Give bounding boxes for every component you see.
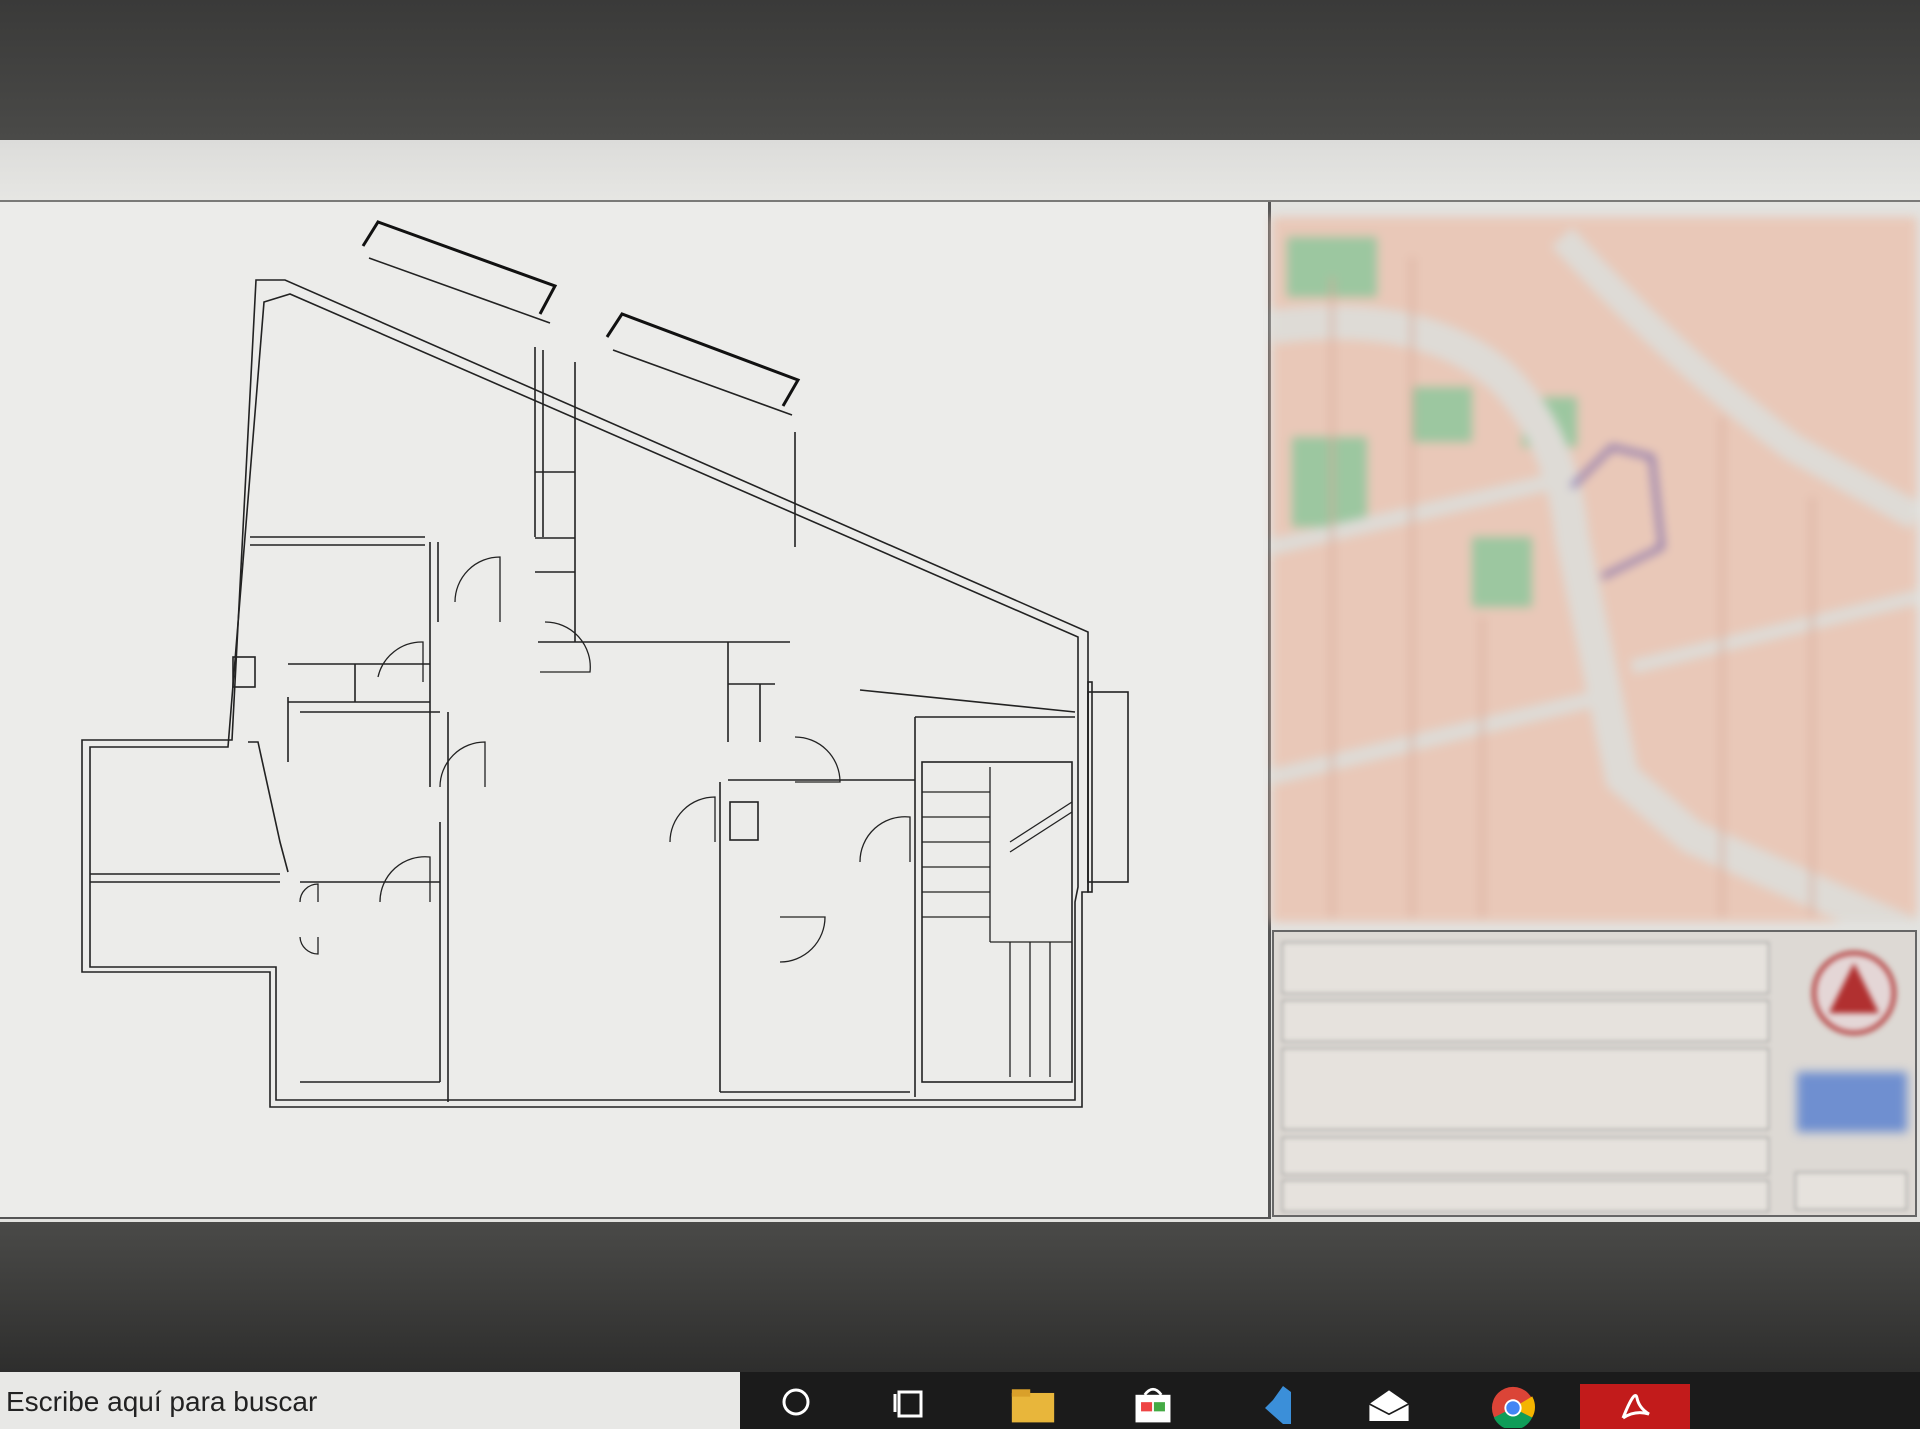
location-map — [1272, 217, 1917, 922]
taskbar: Escribe aquí para buscar — [0, 1372, 1920, 1429]
monitor-bezel-top — [0, 0, 1920, 140]
cartouche-address — [1282, 1000, 1769, 1042]
cartouche-sheet-number — [1795, 1172, 1907, 1210]
balcony-2 — [605, 312, 801, 407]
municipal-seal-logo — [1812, 951, 1896, 1035]
file-explorer-icon[interactable] — [1010, 1384, 1056, 1429]
cartouche-header — [1282, 942, 1769, 994]
search-icon[interactable] — [775, 1384, 821, 1429]
cartouche-footer — [1282, 1180, 1769, 1212]
viewer-toolbar — [0, 140, 1920, 202]
cartouche-scale-row — [1282, 1137, 1769, 1175]
cartouche-sheet-name — [1282, 1048, 1769, 1130]
visual-studio-icon[interactable] — [1252, 1384, 1298, 1429]
floor-plan-drawing — [81, 220, 1129, 1108]
balcony-1 — [361, 220, 558, 315]
document-sheet — [0, 202, 1920, 1222]
balcony-3 — [1087, 691, 1129, 883]
taskbar-search-input[interactable]: Escribe aquí para buscar — [0, 1372, 740, 1429]
monitor-bezel-bottom — [0, 1222, 1920, 1372]
mail-icon[interactable] — [1366, 1384, 1412, 1429]
cartouche-blue-stamp — [1797, 1072, 1907, 1132]
location-map-drawing — [1272, 217, 1917, 922]
title-cartouche — [1272, 930, 1917, 1217]
acrobat-icon[interactable] — [1580, 1384, 1690, 1429]
stair-treads — [922, 767, 1073, 1077]
doors — [299, 556, 911, 963]
chrome-icon[interactable] — [1490, 1384, 1536, 1429]
store-icon[interactable] — [1130, 1384, 1176, 1429]
floor-plan-area — [0, 202, 1271, 1219]
title-block — [1272, 202, 1920, 1217]
task-view-icon[interactable] — [888, 1384, 934, 1429]
